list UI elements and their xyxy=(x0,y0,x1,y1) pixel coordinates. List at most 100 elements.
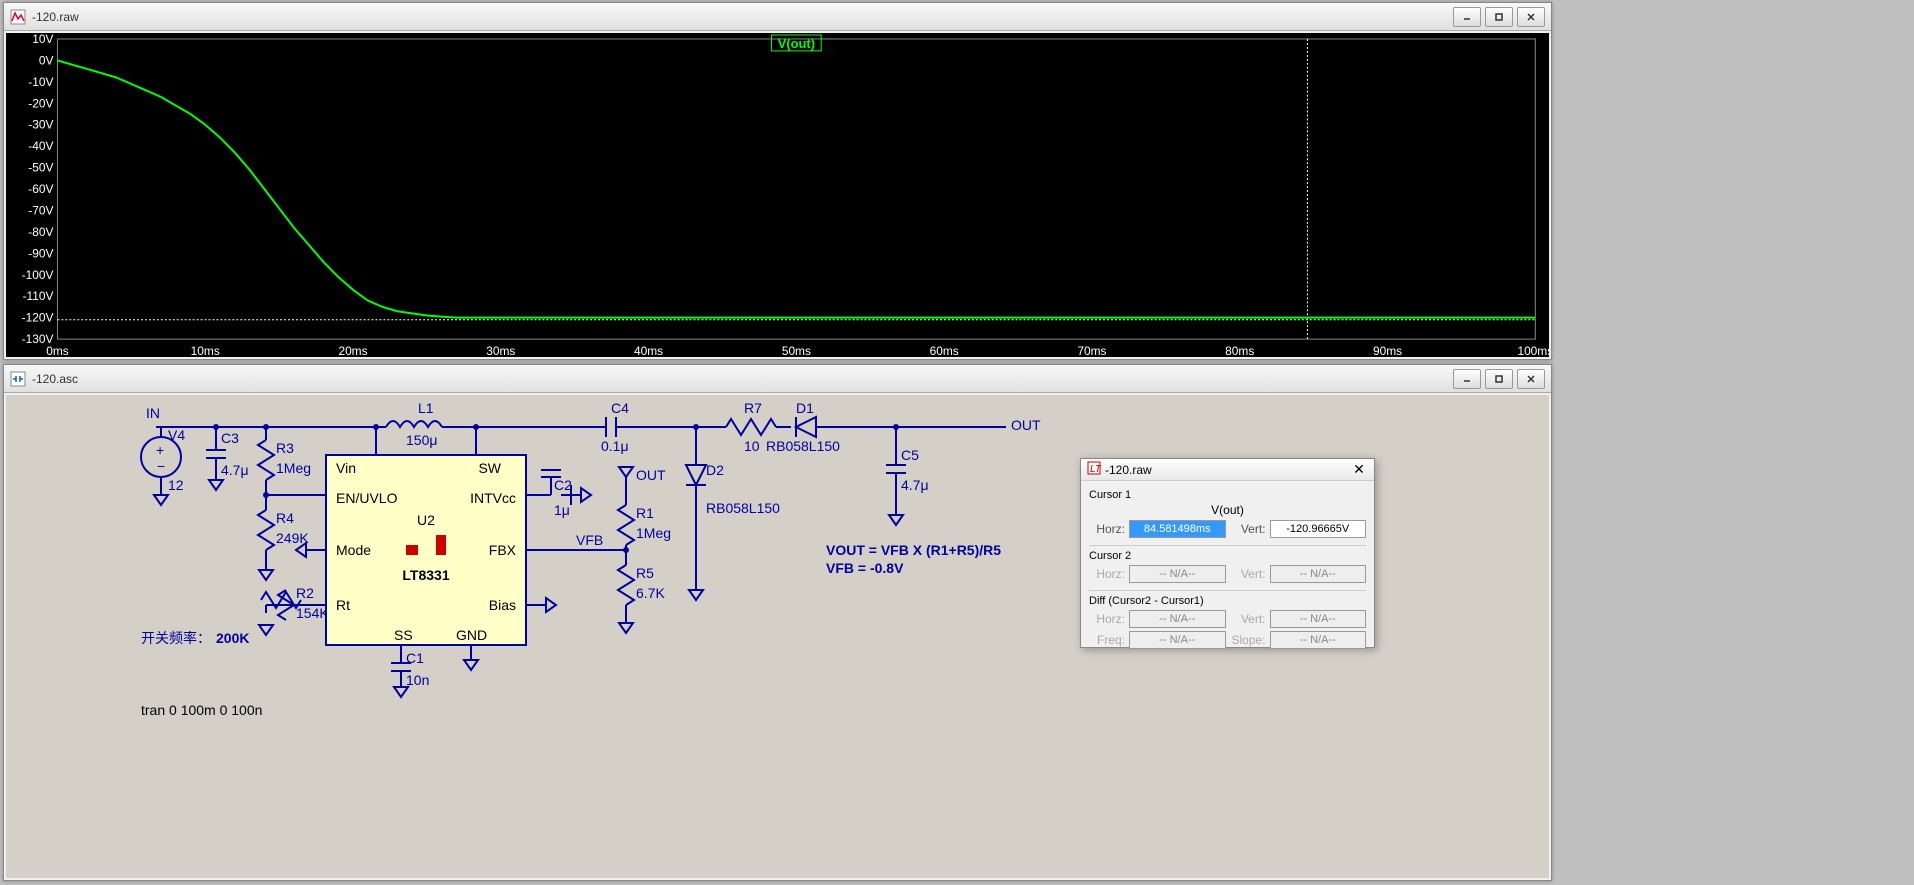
ground-icon xyxy=(209,480,223,490)
svg-text:D2: D2 xyxy=(706,462,724,478)
svg-text:6.7K: 6.7K xyxy=(636,585,665,601)
resistor-r3[interactable] xyxy=(258,440,274,480)
svg-text:12: 12 xyxy=(168,477,184,493)
maximize-button[interactable] xyxy=(1485,7,1513,27)
svg-text:1μ: 1μ xyxy=(554,502,570,518)
svg-text:+: + xyxy=(156,442,164,458)
svg-text:40ms: 40ms xyxy=(634,344,663,357)
svg-text:D1: D1 xyxy=(796,400,814,416)
svg-text:VFB: VFB xyxy=(576,532,603,548)
svg-text:Rt: Rt xyxy=(336,597,350,613)
svg-text:Mode: Mode xyxy=(336,542,371,558)
svg-text:INTVcc: INTVcc xyxy=(470,490,516,506)
waveform-titlebar[interactable]: -120.raw xyxy=(4,3,1551,31)
svg-text:150μ: 150μ xyxy=(406,432,437,448)
close-button[interactable] xyxy=(1517,369,1545,389)
svg-text:−: − xyxy=(157,458,165,474)
svg-text:-10V: -10V xyxy=(28,75,53,89)
svg-text:1Meg: 1Meg xyxy=(636,525,671,541)
ground-icon xyxy=(689,590,703,600)
svg-text:80ms: 80ms xyxy=(1225,344,1254,357)
svg-text:GND: GND xyxy=(456,627,487,643)
resistor-r5[interactable] xyxy=(618,565,634,605)
svg-text:-100V: -100V xyxy=(22,268,54,282)
cursor-dialog-icon: LT xyxy=(1087,461,1101,478)
schematic-app-icon xyxy=(10,371,26,387)
svg-text:0.1μ: 0.1μ xyxy=(601,438,629,454)
svg-text:C2: C2 xyxy=(554,477,572,493)
svg-text:30ms: 30ms xyxy=(486,344,515,357)
cursor2-section-label: Cursor 2 xyxy=(1089,550,1366,562)
svg-text:C3: C3 xyxy=(221,430,239,446)
svg-text:R2: R2 xyxy=(296,585,314,601)
port-arrow-icon xyxy=(581,488,591,502)
port-arrow-icon xyxy=(619,467,633,477)
svg-text:R5: R5 xyxy=(636,565,654,581)
svg-text:SS: SS xyxy=(394,627,413,643)
svg-text:-20V: -20V xyxy=(28,96,53,110)
cursor1-section-label: Cursor 1 xyxy=(1089,489,1366,501)
svg-text:60ms: 60ms xyxy=(930,344,959,357)
svg-text:200K: 200K xyxy=(216,630,249,646)
waveform-title: -120.raw xyxy=(32,10,1453,24)
svg-text:C4: C4 xyxy=(611,400,629,416)
resistor-r4[interactable] xyxy=(258,510,274,550)
maximize-button[interactable] xyxy=(1485,369,1513,389)
svg-text:100ms: 100ms xyxy=(1517,344,1549,357)
svg-text:VOUT = VFB X (R1+R5)/R5: VOUT = VFB X (R1+R5)/R5 xyxy=(826,542,1001,558)
svg-text:-120V: -120V xyxy=(22,311,54,325)
cursor2-horz-value[interactable]: -- N/A-- xyxy=(1129,565,1226,583)
svg-text:R3: R3 xyxy=(276,440,294,456)
svg-text:10V: 10V xyxy=(32,33,53,46)
net-label-in: IN xyxy=(146,405,160,421)
cursor-dialog[interactable]: LT -120.raw ✕ Cursor 1 V(out) Horz: 84.5… xyxy=(1080,458,1375,648)
net-label-out: OUT xyxy=(1011,417,1041,433)
svg-text:tran 0 100m 0 100n: tran 0 100m 0 100n xyxy=(141,702,262,718)
svg-text:0ms: 0ms xyxy=(46,344,69,357)
svg-text:4.7μ: 4.7μ xyxy=(221,462,249,478)
svg-text:-80V: -80V xyxy=(28,225,53,239)
cursor2-vert-value[interactable]: -- N/A-- xyxy=(1270,565,1367,583)
svg-text:20ms: 20ms xyxy=(338,344,367,357)
close-icon[interactable]: ✕ xyxy=(1350,461,1368,479)
diff-vert-value: -- N/A-- xyxy=(1270,610,1367,628)
svg-text:C1: C1 xyxy=(406,650,424,666)
diode-d1[interactable] xyxy=(796,417,816,437)
svg-text:RB058L150: RB058L150 xyxy=(766,438,840,454)
inductor-l1[interactable] xyxy=(386,421,442,427)
svg-text:LT8331: LT8331 xyxy=(402,567,449,583)
svg-text:154K: 154K xyxy=(296,605,329,621)
cursor-dialog-titlebar[interactable]: LT -120.raw ✕ xyxy=(1081,459,1374,481)
schematic-titlebar[interactable]: -120.asc xyxy=(4,365,1551,393)
svg-text:开关频率：: 开关频率： xyxy=(141,630,211,646)
vert-label: Vert: xyxy=(1230,522,1266,536)
svg-text:1Meg: 1Meg xyxy=(276,460,311,476)
svg-text:R7: R7 xyxy=(744,400,762,416)
minimize-button[interactable] xyxy=(1453,369,1481,389)
diff-freq-value: -- N/A-- xyxy=(1129,631,1226,649)
ground-icon xyxy=(259,570,273,580)
close-button[interactable] xyxy=(1517,7,1545,27)
resistor-r7[interactable] xyxy=(726,419,776,435)
svg-text:4.7μ: 4.7μ xyxy=(901,477,929,493)
waveform-app-icon xyxy=(10,9,26,25)
resistor-r1[interactable] xyxy=(618,505,634,545)
svg-text:V(out): V(out) xyxy=(778,36,815,51)
svg-text:VFB = -0.8V: VFB = -0.8V xyxy=(826,560,904,576)
svg-text:50ms: 50ms xyxy=(782,344,811,357)
waveform-plot-area[interactable]: 10V0V-10V-20V-30V-40V-50V-60V-70V-80V-90… xyxy=(6,33,1549,357)
svg-text:Bias: Bias xyxy=(489,597,516,613)
svg-text:10n: 10n xyxy=(406,672,429,688)
minimize-button[interactable] xyxy=(1453,7,1481,27)
svg-text:R1: R1 xyxy=(636,505,654,521)
svg-text:U2: U2 xyxy=(417,512,435,528)
cursor1-vert-value[interactable]: -120.96665V xyxy=(1270,520,1367,538)
waveform-svg: 10V0V-10V-20V-30V-40V-50V-60V-70V-80V-90… xyxy=(6,33,1549,357)
svg-text:0V: 0V xyxy=(39,53,54,67)
svg-text:-30V: -30V xyxy=(28,118,53,132)
cursor1-horz-value[interactable]: 84.581498ms xyxy=(1129,520,1226,538)
ground-icon xyxy=(154,495,168,505)
svg-text:-110V: -110V xyxy=(23,289,54,303)
cursor-dialog-title: -120.raw xyxy=(1105,463,1350,477)
diode-d2[interactable] xyxy=(686,465,706,485)
